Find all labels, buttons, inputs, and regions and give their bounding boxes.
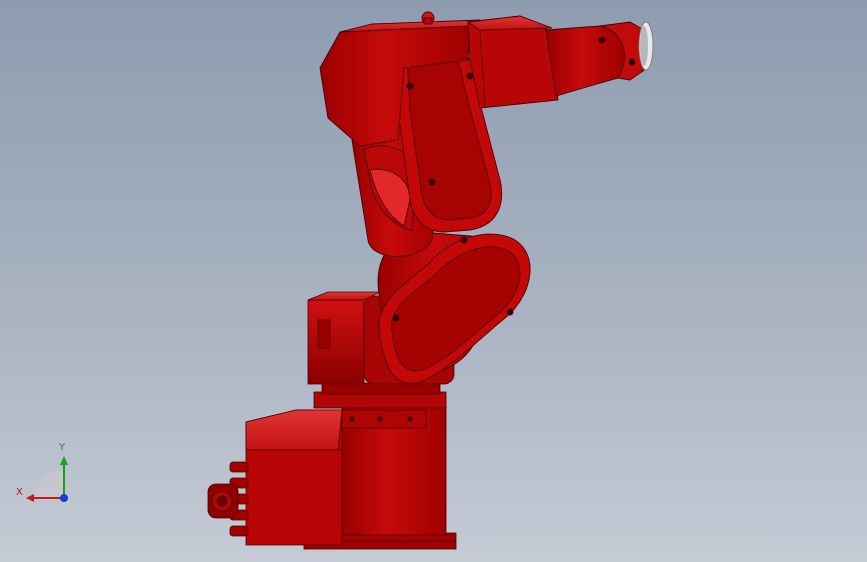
y-axis-arrow-icon xyxy=(60,456,68,465)
z-axis-dot-icon xyxy=(60,494,68,502)
x-axis-label: X xyxy=(16,487,23,498)
base-connectors xyxy=(207,461,249,537)
x-axis-arrow-icon xyxy=(26,494,34,502)
base-assembly[interactable] xyxy=(207,382,457,550)
coordinate-triad: X Y xyxy=(12,440,82,510)
base-label-plate xyxy=(341,409,427,429)
graphics-viewport[interactable]: X Y xyxy=(0,0,867,562)
y-axis-label: Y xyxy=(59,442,66,453)
wrist-assembly[interactable] xyxy=(545,21,654,97)
robot-arm-model[interactable] xyxy=(0,0,867,562)
triad-plane-shading xyxy=(36,470,64,498)
